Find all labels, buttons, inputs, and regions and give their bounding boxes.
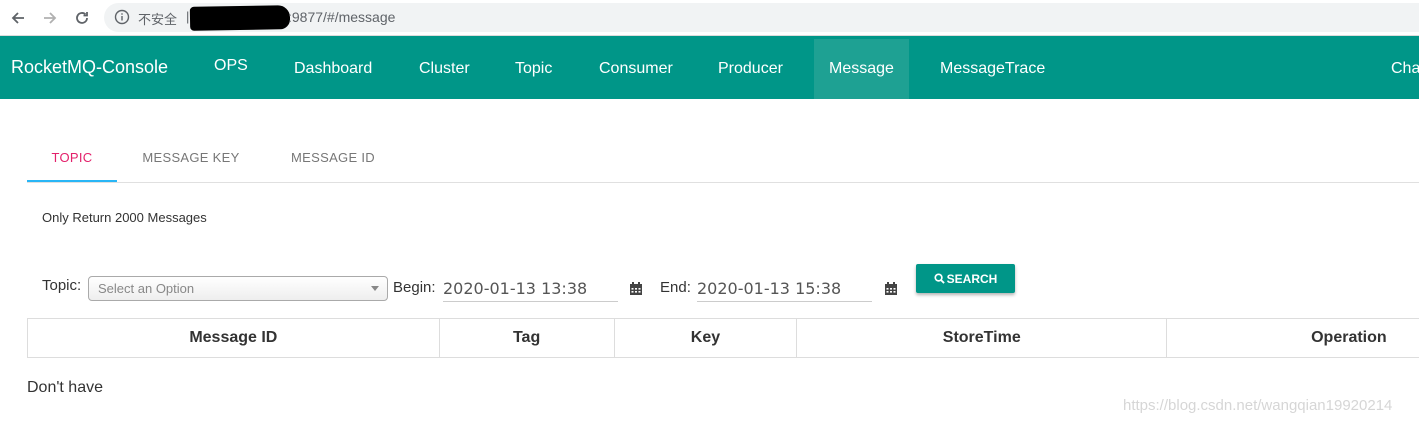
forward-arrow-icon[interactable]	[40, 8, 60, 28]
search-button-label: SEARCH	[946, 271, 998, 286]
caret-down-icon	[371, 286, 379, 291]
column-header-tag: Tag	[440, 319, 615, 357]
nav-item-ops[interactable]: OPS	[199, 36, 263, 96]
address-bar[interactable]: 不安全 | :9877/#/message	[104, 3, 1419, 32]
result-limit-note: Only Return 2000 Messages	[42, 210, 207, 225]
column-header-storetime: StoreTime	[797, 319, 1168, 357]
column-header-key: Key	[615, 319, 798, 357]
tab-message-id[interactable]: MESSAGE ID	[283, 136, 383, 182]
tab-message-key[interactable]: MESSAGE KEY	[135, 136, 247, 182]
browser-toolbar: 不安全 | :9877/#/message	[0, 0, 1419, 36]
topic-select[interactable]: Select an Option	[88, 276, 388, 301]
nav-item-change-language[interactable]: Cha	[1376, 39, 1419, 99]
begin-time-input[interactable]	[443, 276, 618, 302]
reload-icon[interactable]	[72, 8, 92, 28]
column-header-message-id: Message ID	[28, 319, 440, 357]
nav-item-message[interactable]: Message	[814, 39, 909, 99]
empty-result-text: Don't have	[27, 379, 103, 396]
end-label: End:	[660, 279, 691, 296]
nav-item-consumer[interactable]: Consumer	[584, 39, 688, 99]
brand-title[interactable]: RocketMQ-Console	[11, 57, 168, 78]
message-table-header: Message ID Tag Key StoreTime Operation	[27, 318, 1419, 358]
topic-label: Topic:	[42, 277, 82, 294]
search-mode-tabs: TOPIC MESSAGE KEY MESSAGE ID	[27, 136, 1419, 183]
begin-label: Begin:	[393, 279, 436, 296]
nav-item-dashboard[interactable]: Dashboard	[279, 39, 387, 99]
watermark: https://blog.csdn.net/wangqian19920214	[1123, 397, 1393, 414]
url-text: :9877/#/message	[288, 9, 396, 25]
redacted-host	[189, 5, 291, 31]
calendar-icon[interactable]	[629, 282, 643, 296]
search-button[interactable]: SEARCH	[916, 264, 1015, 293]
nav-item-messagetrace[interactable]: MessageTrace	[925, 39, 1060, 99]
tab-topic[interactable]: TOPIC	[27, 136, 117, 182]
search-icon	[934, 273, 945, 284]
column-header-operation: Operation	[1311, 329, 1387, 346]
nav-item-producer[interactable]: Producer	[703, 39, 798, 99]
calendar-icon[interactable]	[884, 282, 898, 296]
nav-item-topic[interactable]: Topic	[500, 39, 567, 99]
app-navbar: RocketMQ-Console OPS Dashboard Cluster T…	[0, 36, 1419, 99]
security-label: 不安全	[138, 13, 178, 28]
topic-select-placeholder: Select an Option	[98, 281, 195, 296]
info-icon[interactable]	[114, 9, 130, 25]
end-time-input[interactable]	[697, 276, 872, 302]
back-arrow-icon[interactable]	[8, 8, 28, 28]
nav-item-cluster[interactable]: Cluster	[404, 39, 485, 99]
